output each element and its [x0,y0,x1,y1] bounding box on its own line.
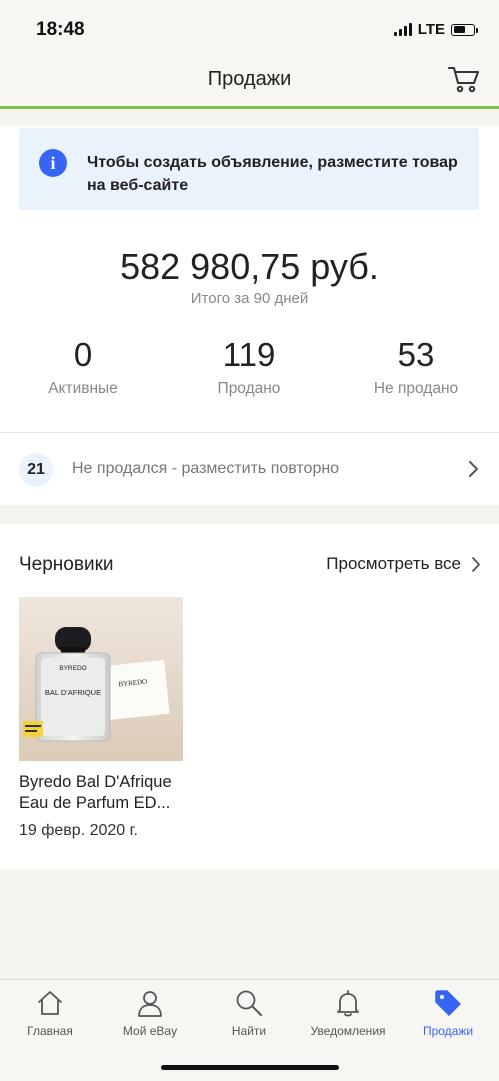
tab-selling[interactable]: Продажи [398,988,498,1038]
stat-unsold[interactable]: 53 Не продано [346,336,486,398]
tab-label: Мой eBay [122,1024,178,1038]
draft-item-title[interactable]: Byredo Bal D'Afrique Eau de Parfum ED... [19,772,194,814]
status-bar: 18:48 LTE [0,0,499,60]
selling-summary-card: i Чтобы создать объявление, разместите т… [0,126,499,505]
status-time: 18:48 [36,19,85,40]
info-banner: i Чтобы создать объявление, разместите т… [19,128,479,210]
stat-value: 0 [73,336,93,373]
tab-label: Продажи [422,1024,474,1038]
stat-sold[interactable]: 119 Продано [179,336,319,398]
chevron-right-icon [472,556,480,572]
stat-value: 119 [222,336,276,373]
relist-row[interactable]: 21 Не продался - разместить повторно [0,433,499,505]
profile-icon [138,991,162,1017]
see-all-label: Просмотреть все [326,554,461,573]
network-type: LTE [417,21,445,38]
stat-value: 53 [397,336,435,373]
stat-label: Активные [48,380,118,397]
status-indicators: LTE [393,21,478,38]
chevron-right-icon [469,461,478,477]
info-icon: i [39,149,67,177]
tab-home[interactable]: Главная [0,988,100,1038]
search-icon [236,990,262,1016]
draft-item-image[interactable]: BYREDO BYREDO BAL D'AFRIQUE [19,597,183,761]
tab-my-ebay[interactable]: Мой eBay [100,988,200,1038]
bottle-brand-text: BYREDO [59,665,86,672]
cart-button[interactable] [447,64,481,94]
perfume-product-photo: BYREDO BYREDO BAL D'AFRIQUE [19,597,183,761]
tab-label: Уведомления [310,1024,386,1038]
see-all-button[interactable]: Просмотреть все [326,554,481,574]
relist-count-badge: 21 [19,453,53,487]
total-amount: 582 980,75 руб. [120,246,379,287]
total-label: Итого за 90 дней [190,290,309,307]
tab-label: Найти [231,1024,267,1038]
home-indicator [161,1065,339,1070]
tab-search[interactable]: Найти [199,988,299,1038]
tab-label: Главная [27,1024,73,1038]
info-banner-text: Чтобы создать объявление, разместите тов… [87,154,458,194]
tab-notifications[interactable]: Уведомления [298,988,398,1038]
bottle-name-text: BAL D'AFRIQUE [45,688,101,697]
battery-icon [451,23,478,36]
drafts-section: Черновики Просмотреть все BYREDO BYREDO … [0,524,499,870]
cart-icon [448,67,479,93]
stat-active[interactable]: 0 Активные [13,336,153,398]
bell-icon [337,990,359,1017]
page-title: Продажи [207,68,292,90]
signal-icon [393,23,412,36]
home-icon [38,991,62,1015]
stat-label: Не продано [373,380,459,397]
nav-header: Продажи [0,60,499,109]
stat-label: Продано [217,380,281,397]
draft-item-date: 19 февр. 2020 г. [19,822,138,839]
tag-icon [435,990,461,1016]
drafts-title: Черновики [19,554,114,575]
relist-label: Не продался - разместить повторно [72,460,340,477]
